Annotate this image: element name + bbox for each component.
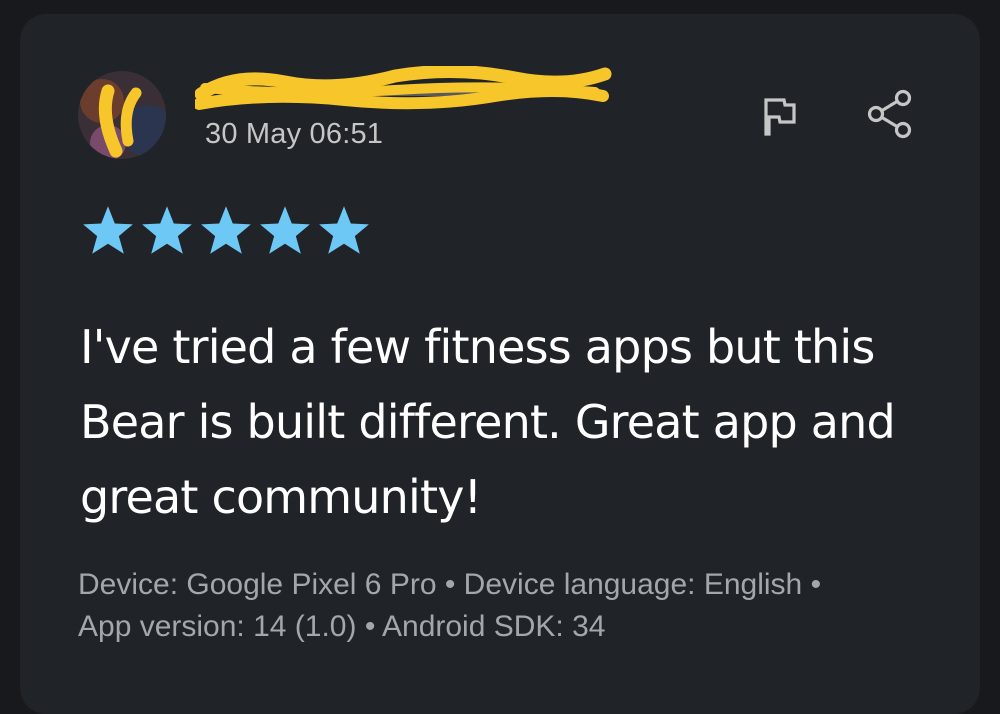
share-icon — [867, 89, 912, 139]
device-info-line-1: Device: Google Pixel 6 Pro • Device lang… — [78, 568, 822, 601]
review-card: 30 May 06:51 I've tried a few fitness ap… — [20, 14, 980, 714]
flag-icon — [764, 98, 796, 136]
review-text: I've tried a few fitness apps but this B… — [80, 320, 896, 524]
star-icon — [201, 206, 251, 254]
star-icon — [83, 206, 133, 254]
reviewer-name-redacted — [193, 64, 615, 116]
star-icon — [260, 206, 310, 254]
star-rating — [80, 204, 372, 256]
star-icon — [142, 206, 192, 254]
star-icon — [319, 206, 369, 254]
flag-button[interactable] — [750, 88, 806, 144]
device-info-line-2: App version: 14 (1.0) • Android SDK: 34 — [78, 610, 606, 643]
share-button[interactable] — [862, 86, 918, 142]
device-info: Device: Google Pixel 6 Pro • Device lang… — [78, 564, 978, 648]
review-date: 30 May 06:51 — [205, 118, 384, 150]
reviewer-avatar — [78, 71, 166, 159]
